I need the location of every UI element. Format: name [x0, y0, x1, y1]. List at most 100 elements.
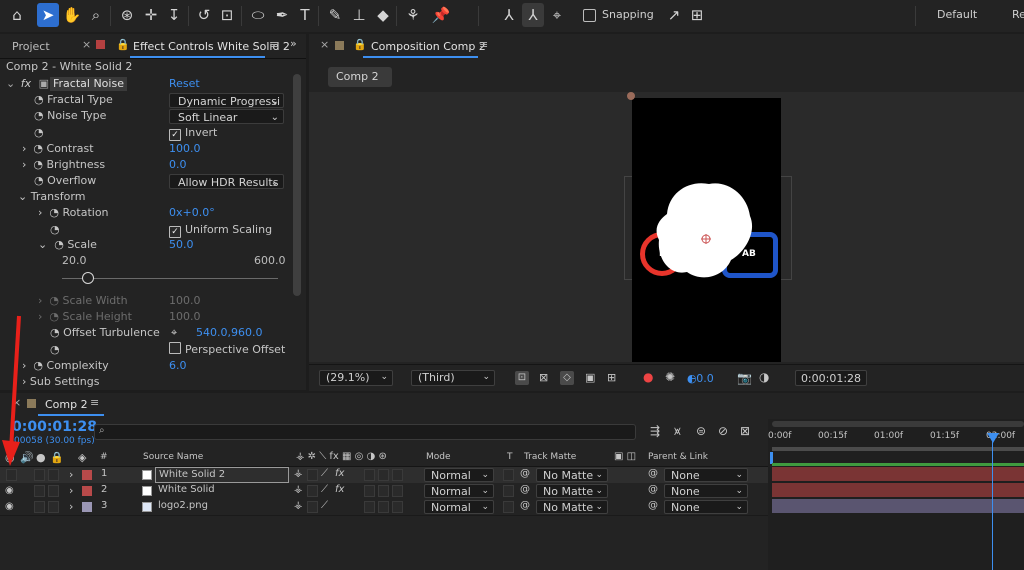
lock-icon[interactable]: 🔒	[353, 38, 367, 51]
3d-switch[interactable]	[392, 485, 403, 497]
expand-chevron-icon[interactable]: ›	[22, 142, 26, 155]
pen-tool-icon[interactable]: ✒	[271, 3, 293, 27]
fractal-type-dropdown[interactable]: Dynamic Progressi ⌄	[169, 93, 284, 108]
workspace-default[interactable]: Default	[937, 8, 977, 21]
zoom-tool-icon[interactable]: ⌕	[85, 3, 107, 27]
close-composition-icon[interactable]: ×	[320, 38, 329, 51]
stopwatch-icon[interactable]: ◔	[54, 238, 64, 251]
fx-switch-icon[interactable]: fx	[335, 468, 344, 479]
scale-slider-thumb[interactable]	[82, 272, 94, 284]
panel-menu-icon[interactable]: ≡	[270, 38, 279, 51]
selection-tool-icon[interactable]: ➤	[37, 3, 59, 27]
shy-switch-icon[interactable]: ⚶	[294, 484, 303, 495]
hand-tool-icon[interactable]: ✋	[61, 3, 83, 27]
clone-stamp-tool-icon[interactable]: ⊥	[348, 3, 370, 27]
color-channels-icon[interactable]: ●	[643, 370, 653, 384]
quality-switch-icon[interactable]: ⟋	[321, 484, 328, 495]
pickwhip-icon[interactable]: @	[520, 484, 530, 495]
complexity-value[interactable]: 6.0	[169, 358, 187, 374]
expand-chevron-icon[interactable]: ›	[69, 468, 73, 481]
table-row[interactable]: › 1 White Solid 2 ⚶ ⟋ fx Normal ⌄ @ No Ma…	[0, 467, 768, 484]
color-management-icon[interactable]: ✺	[665, 370, 675, 384]
effect-name[interactable]: Fractal Noise	[50, 77, 127, 91]
perspective-offset-checkbox[interactable]	[169, 342, 181, 354]
pickwhip-icon[interactable]: @	[520, 468, 530, 479]
offset-turbulence-value[interactable]: 540.0,960.0	[196, 325, 262, 341]
video-eye-icon[interactable]: ◉	[5, 485, 14, 496]
exposure-value[interactable]: +0.0	[687, 372, 714, 385]
3d-switch[interactable]	[392, 469, 403, 481]
brightness-value[interactable]: 0.0	[169, 157, 187, 173]
stopwatch-icon[interactable]: ◔	[33, 142, 43, 155]
label-color-swatch[interactable]	[82, 470, 92, 480]
stopwatch-icon[interactable]: ◔	[34, 174, 44, 187]
eraser-tool-icon[interactable]: ◆	[372, 3, 394, 27]
expand-chevron-icon[interactable]: ›	[69, 484, 73, 497]
layer-name[interactable]: White Solid	[155, 483, 218, 497]
stopwatch-icon[interactable]: ◔	[33, 359, 43, 372]
stopwatch-icon[interactable]: ◔	[49, 206, 59, 219]
source-name-header[interactable]: Source Name	[143, 452, 203, 462]
collapse-switch[interactable]	[307, 485, 318, 497]
collapse-switch[interactable]	[307, 501, 318, 513]
collapse-chevron-icon[interactable]: ⌄	[18, 190, 27, 203]
snap-to-edges-icon[interactable]: ↗	[663, 3, 685, 27]
pickwhip-icon[interactable]: @	[520, 500, 530, 511]
stopwatch-icon[interactable]: ◔	[34, 93, 44, 106]
video-eye-icon[interactable]: ◉	[5, 501, 14, 512]
stopwatch-icon[interactable]: ◔	[34, 109, 44, 122]
video-toggle[interactable]	[6, 469, 17, 481]
expand-chevron-icon[interactable]: ›	[38, 294, 42, 307]
track-matte-dropdown[interactable]: No Matte ⌄	[536, 500, 608, 514]
parent-pickwhip-icon[interactable]: @	[648, 468, 658, 479]
3d-switch[interactable]	[392, 501, 403, 513]
tab-effect-controls[interactable]: Effect Controls White Solid 2	[133, 40, 290, 53]
ellipse-tool-icon[interactable]: ⬭	[247, 3, 269, 27]
contrast-value[interactable]: 100.0	[169, 141, 201, 157]
layer-name[interactable]: logo2.png	[155, 499, 211, 513]
stopwatch-icon[interactable]: ◔	[49, 294, 59, 307]
shy-layers-icon[interactable]: ⊜	[696, 424, 706, 438]
timeline-comp-name[interactable]: Comp 2	[45, 398, 88, 411]
stopwatch-icon[interactable]: ◔	[33, 158, 43, 171]
collapse-switch[interactable]	[307, 469, 318, 481]
quality-switch-icon[interactable]: ⟋	[321, 500, 328, 511]
resolution-dropdown[interactable]: (Third) ⌄	[411, 370, 495, 386]
preserve-transparency-toggle[interactable]	[503, 469, 514, 481]
overflow-dropdown[interactable]: Allow HDR Results ⌄	[169, 174, 284, 189]
table-row[interactable]: ◉ › 3 logo2.png ⚶ ⟋ Normal ⌄ @ No Matte ⌄ …	[0, 499, 768, 516]
adjustment-switch[interactable]	[378, 485, 389, 497]
local-axis-mode-icon[interactable]: ⅄	[498, 3, 520, 27]
layer-duration-bar[interactable]	[772, 483, 1024, 497]
draft-3d-icon[interactable]: ⩙	[674, 424, 681, 439]
layer-duration-bar[interactable]	[772, 499, 1024, 513]
panel-menu-icon[interactable]: ≡	[90, 396, 99, 409]
mode-dropdown[interactable]: Normal ⌄	[424, 500, 494, 514]
mode-dropdown[interactable]: Normal ⌄	[424, 484, 494, 498]
track-matte-dropdown[interactable]: No Matte ⌄	[536, 468, 608, 482]
fast-previews-icon[interactable]: ⊡	[515, 371, 529, 385]
stopwatch-icon[interactable]: ◔	[34, 125, 44, 141]
orbit-camera-icon[interactable]: ⊛	[116, 3, 138, 27]
layer-duration-bar[interactable]	[772, 467, 1024, 481]
pan-camera-icon[interactable]: ✛	[140, 3, 162, 27]
viewer-area[interactable]: M AB	[309, 92, 1024, 362]
collapse-chevron-icon[interactable]: ⌄	[6, 77, 15, 90]
snapshot-camera-icon[interactable]: 📷	[737, 371, 752, 385]
tab-project[interactable]: Project	[12, 40, 50, 53]
transparency-grid-icon[interactable]: ⊠	[539, 371, 548, 384]
layer-name[interactable]: White Solid 2	[155, 467, 289, 483]
comp-tab[interactable]: Comp 2	[328, 67, 392, 87]
playhead-handle[interactable]	[987, 433, 999, 443]
viewer-timecode[interactable]: 0:00:01:28	[795, 370, 867, 386]
pan-behind-tool-icon[interactable]: ⊡	[216, 3, 238, 27]
composition-panel-title[interactable]: Composition Comp 2	[371, 40, 486, 53]
world-axis-mode-icon[interactable]: ⅄	[522, 3, 544, 27]
parent-dropdown[interactable]: None ⌄	[664, 500, 748, 514]
stopwatch-icon[interactable]: ◔	[50, 222, 60, 238]
rotation-tool-icon[interactable]: ↺	[193, 3, 215, 27]
graph-editor-icon[interactable]: ⊠	[740, 424, 750, 438]
snapping-checkbox[interactable]	[583, 9, 596, 22]
adjustment-switch[interactable]	[378, 501, 389, 513]
lock-icon[interactable]: 🔒	[116, 38, 130, 51]
